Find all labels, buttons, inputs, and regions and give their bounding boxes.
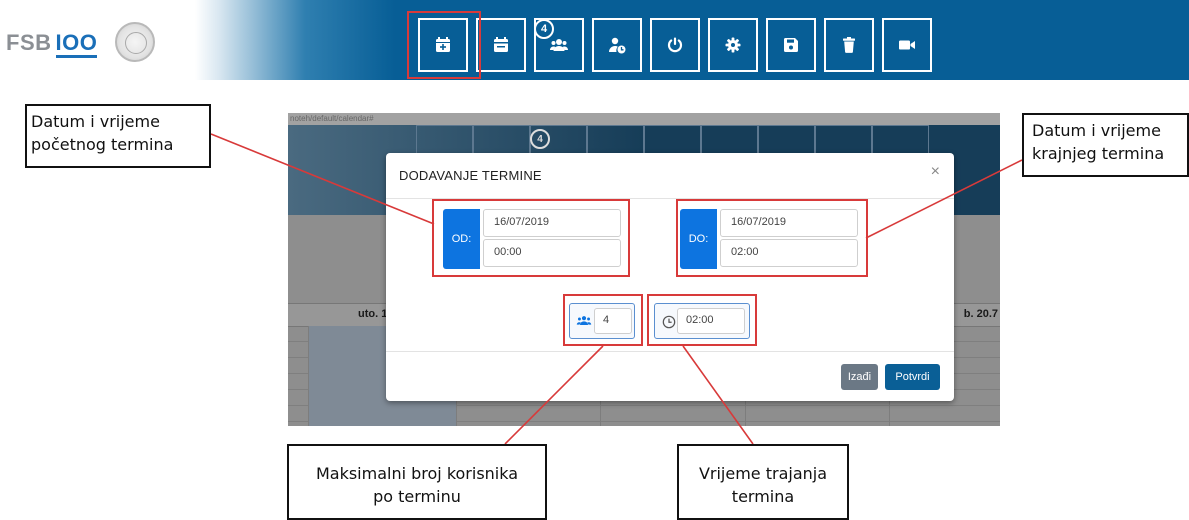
gear-icon [725, 37, 741, 53]
max-users-highlight [563, 294, 643, 346]
callout-line: po terminu [373, 487, 461, 506]
users-icon [550, 39, 568, 51]
delete-button[interactable] [824, 18, 874, 72]
callout-line: termina [731, 487, 795, 506]
end-datetime-callout: Datum i vrijeme krajnjeg termina [1022, 113, 1189, 177]
power-icon [667, 37, 683, 53]
calendar-icon [494, 37, 508, 52]
duration-callout: Vrijeme trajanja termina [677, 444, 849, 520]
callout-line: početnog termina [31, 135, 174, 154]
fsb-logo[interactable]: FSB IOO [6, 30, 98, 58]
trash-icon [843, 37, 855, 53]
user-clock-icon [609, 37, 626, 54]
save-icon [784, 38, 798, 52]
callout-line: Vrijeme trajanja [698, 464, 828, 483]
logo-100-text: IOO [55, 30, 98, 58]
background-badge: 4 [530, 129, 550, 149]
callout-line: krajnjeg termina [1032, 144, 1165, 163]
settings-button[interactable] [708, 18, 758, 72]
start-datetime-highlight [432, 199, 630, 277]
start-datetime-callout: Datum i vrijeme početnog termina [25, 104, 211, 168]
callout-line: Datum i vrijeme [1032, 121, 1161, 140]
users-count-badge: 4 [534, 19, 554, 39]
callout-line: Maksimalni broj korisnika [315, 464, 519, 483]
modal-header: DODAVANJE TERMINE × [386, 153, 954, 199]
day-label: uto. 1 [358, 308, 388, 320]
end-datetime-highlight [676, 199, 868, 277]
save-button[interactable] [766, 18, 816, 72]
grid-divider [308, 326, 309, 426]
callout-line: Datum i vrijeme [31, 112, 160, 131]
max-users-callout: Maksimalni broj korisnika po terminu [287, 444, 547, 520]
day-label: b. 20.7 [963, 308, 998, 320]
power-button[interactable] [650, 18, 700, 72]
browser-url: noteh/default/calendar# [288, 113, 1000, 125]
close-icon[interactable]: × [931, 163, 940, 181]
logo-fsb-text: FSB [6, 30, 52, 55]
user-time-button[interactable] [592, 18, 642, 72]
confirm-button[interactable]: Potvrdi [885, 364, 940, 390]
new-appointment-highlight [407, 11, 481, 79]
video-button[interactable] [882, 18, 932, 72]
university-seal-icon [115, 22, 155, 62]
exit-button[interactable]: Izađi [841, 364, 878, 390]
modal-title: DODAVANJE TERMINE [399, 168, 542, 183]
add-appointment-modal: DODAVANJE TERMINE × OD: 16/07/2019 00:00… [386, 153, 954, 401]
video-camera-icon [899, 40, 915, 50]
duration-highlight [647, 294, 757, 346]
calendar-button[interactable] [476, 18, 526, 72]
